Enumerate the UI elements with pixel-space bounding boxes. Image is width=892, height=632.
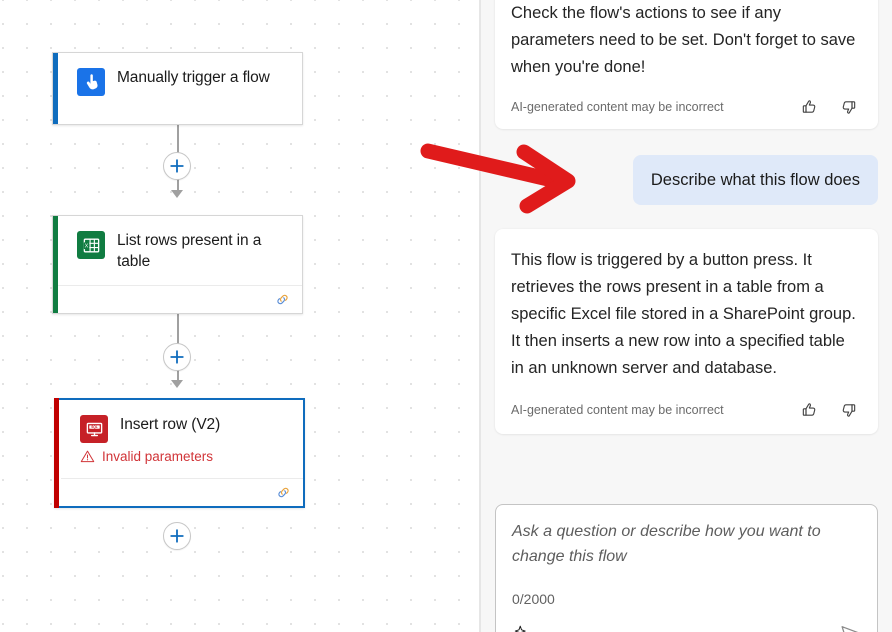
send-icon[interactable] [839, 621, 861, 632]
plus-icon [170, 529, 184, 543]
node-footer [58, 285, 302, 313]
edge-arrowhead-list [171, 190, 183, 198]
warning-triangle-icon [80, 450, 95, 463]
copilot-chat-panel: Check the flow's actions to see if any p… [481, 0, 892, 632]
svg-text:SQL: SQL [91, 425, 98, 429]
node-error-message: Invalid parameters [56, 449, 303, 476]
node-title: Manually trigger a flow [117, 69, 270, 86]
sql-server-icon: SQL [80, 415, 108, 443]
node-error-text: Invalid parameters [102, 449, 214, 464]
node-accent-bar [53, 216, 58, 313]
node-accent-bar [54, 398, 59, 508]
add-step-after-insert-row[interactable] [163, 522, 191, 550]
thumbs-down-icon[interactable] [838, 97, 858, 117]
flow-node-insert-row[interactable]: SQL Insert row (V2) Invalid parameters [54, 398, 305, 508]
touch-pointer-icon [77, 68, 105, 96]
link-chain-icon[interactable] [274, 291, 291, 308]
excel-icon: X [77, 231, 105, 259]
node-title: Insert row (V2) [120, 416, 221, 433]
node-title: List rows present in a table [117, 232, 262, 270]
user-message-row: Describe what this flow does [495, 155, 878, 205]
add-step-after-trigger[interactable] [163, 152, 191, 180]
add-step-after-list-rows[interactable] [163, 343, 191, 371]
node-footer [61, 478, 303, 506]
character-counter: 0/2000 [512, 591, 555, 607]
plus-icon [170, 159, 184, 173]
thumbs-up-icon[interactable] [800, 97, 820, 117]
ai-disclaimer: AI-generated content may be incorrect [511, 403, 724, 417]
assistant-message-text: This flow is triggered by a button press… [511, 251, 856, 377]
chat-input-placeholder[interactable]: Ask a question or describe how you want … [512, 519, 861, 569]
flow-designer-screen: Manually trigger a flow X List rows pres… [0, 0, 892, 632]
svg-text:X: X [84, 243, 88, 249]
link-chain-icon[interactable] [275, 484, 292, 501]
edge-arrowhead-insert [171, 380, 183, 388]
chat-composer[interactable]: Ask a question or describe how you want … [495, 504, 878, 632]
sparkle-icon[interactable] [512, 623, 530, 632]
assistant-message-text: Check the flow's actions to see if any p… [511, 4, 856, 76]
flow-canvas[interactable]: Manually trigger a flow X List rows pres… [0, 0, 479, 632]
flow-node-list-rows[interactable]: X List rows present in a table [52, 215, 303, 314]
thumbs-down-icon[interactable] [838, 400, 858, 420]
node-accent-bar [53, 53, 58, 124]
assistant-message-1: Check the flow's actions to see if any p… [495, 0, 878, 129]
flow-node-trigger[interactable]: Manually trigger a flow [52, 52, 303, 125]
assistant-message-2: This flow is triggered by a button press… [495, 229, 878, 434]
ai-disclaimer: AI-generated content may be incorrect [511, 100, 724, 114]
user-message: Describe what this flow does [632, 155, 878, 205]
thumbs-up-icon[interactable] [800, 400, 820, 420]
plus-icon [170, 350, 184, 364]
